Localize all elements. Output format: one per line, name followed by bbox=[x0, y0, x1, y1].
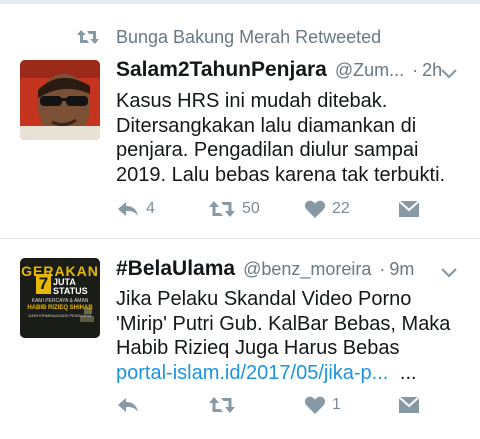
envelope-icon bbox=[398, 396, 420, 413]
tweet-actions: 4 50 22 bbox=[116, 196, 436, 222]
avatar-caption: 7 bbox=[38, 274, 49, 293]
envelope-icon bbox=[398, 200, 420, 217]
retweet-button[interactable] bbox=[208, 392, 242, 418]
tweet-text: Kasus HRS ini mudah ditebak. Ditersangka… bbox=[116, 89, 466, 187]
retweet-icon bbox=[209, 397, 235, 413]
avatar[interactable]: GERAKAN 7 JUTA STATUS KAMI PERCAYA & AMA… bbox=[20, 258, 100, 338]
retweeted-by-text[interactable]: Bunga Bakung Merah Retweeted bbox=[116, 26, 381, 48]
heart-icon bbox=[304, 200, 326, 218]
retweet-count: 50 bbox=[242, 200, 260, 217]
tweet-text-line: Kasus HRS ini mudah ditebak. bbox=[116, 90, 388, 112]
tweet-text-line: Ditersangkakan lalu diamankan di bbox=[116, 114, 417, 137]
tweet-text: Jika Pelaku Skandal Video Porno 'Mirip' … bbox=[116, 287, 466, 385]
retweet-context-icon bbox=[76, 26, 100, 48]
tweet-header: #BelaUlama @benz_moreira · 9m bbox=[116, 257, 414, 283]
like-count: 1 bbox=[332, 396, 341, 413]
tweet-text-line: Habib Rizieq Juga Harus Bebas bbox=[116, 337, 400, 359]
tweet-1[interactable]: Bunga Bakung Merah Retweeted Salam2Tahun… bbox=[0, 0, 480, 238]
tweet-text-line: 'Mirip' Putri Gub. KalBar Bebas, Maka bbox=[116, 312, 451, 335]
reply-count: 4 bbox=[146, 200, 155, 217]
truncation-ellipsis: ... bbox=[399, 361, 417, 384]
timestamp[interactable]: 9m bbox=[389, 259, 414, 280]
user-handle[interactable]: @Zum... bbox=[335, 60, 404, 81]
like-button[interactable]: 1 bbox=[304, 392, 341, 418]
separator-dot: · bbox=[412, 60, 419, 80]
tweet-header: Salam2TahunPenjara @Zum... · 2h bbox=[116, 58, 442, 84]
avatar-caption: KAMI PERCAYA & AMAN bbox=[31, 298, 89, 304]
reply-button[interactable]: 4 bbox=[116, 196, 155, 222]
reply-button[interactable] bbox=[116, 392, 146, 418]
reply-icon bbox=[118, 398, 138, 412]
user-handle[interactable]: @benz_moreira bbox=[243, 259, 371, 280]
tweet-link[interactable]: portal-islam.id/2017/05/jika-p... bbox=[116, 362, 388, 384]
retweet-button[interactable]: 50 bbox=[208, 196, 260, 222]
avatar-caption: DARI KRIMINALISASI PENGUASA bbox=[28, 313, 92, 318]
tweet-text-line: Jika Pelaku Skandal Video Porno bbox=[116, 288, 412, 310]
display-name[interactable]: Salam2TahunPenjara bbox=[116, 58, 327, 82]
separator-dot: · bbox=[379, 259, 386, 279]
display-name[interactable]: #BelaUlama bbox=[116, 257, 235, 281]
avatar-caption: HABIB RIZIEQ SHIHAB bbox=[27, 305, 93, 311]
chevron-down-icon[interactable] bbox=[440, 267, 458, 279]
avatar[interactable] bbox=[20, 60, 100, 140]
tweet-2[interactable]: GERAKAN 7 JUTA STATUS KAMI PERCAYA & AMA… bbox=[0, 239, 480, 439]
tweet-text-line: penjara. Pengadilan diulur sampai bbox=[116, 139, 419, 161]
chevron-down-icon[interactable] bbox=[440, 68, 458, 80]
heart-icon bbox=[304, 396, 326, 414]
tweet-actions: 1 bbox=[116, 392, 436, 418]
like-button[interactable]: 22 bbox=[304, 196, 350, 222]
tweet-text-line: 2019. Lalu bebas karena tak terbukti. bbox=[116, 163, 446, 186]
reply-icon bbox=[118, 202, 138, 216]
direct-message-button[interactable] bbox=[398, 392, 420, 418]
retweet-icon bbox=[209, 201, 235, 217]
direct-message-button[interactable] bbox=[398, 196, 420, 222]
avatar-caption: STATUS bbox=[53, 286, 88, 296]
like-count: 22 bbox=[332, 200, 350, 217]
